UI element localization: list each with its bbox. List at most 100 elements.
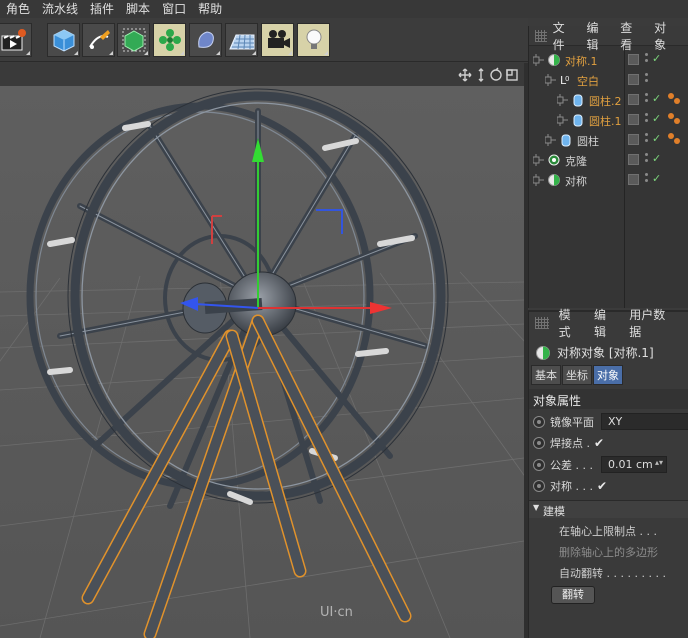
menu-plugins[interactable]: 插件 (84, 0, 120, 18)
object-row[interactable]: 对称 ✓ (529, 170, 688, 190)
mirror-plane-select[interactable]: XY (601, 413, 688, 430)
object-row-label[interactable]: 圆柱 (577, 133, 599, 149)
symmetry-checkbox[interactable]: ✔ (597, 479, 607, 493)
enabled-check-icon[interactable]: ✓ (652, 152, 661, 165)
tree-branch-icon[interactable] (557, 90, 571, 110)
object-row[interactable]: 圆柱.1 ✓ (529, 110, 688, 130)
menu-role[interactable]: 角色 (0, 0, 36, 18)
cylinder-icon (561, 134, 571, 147)
material-tag-icon[interactable] (668, 113, 682, 127)
enabled-check-icon[interactable]: ✓ (652, 172, 661, 185)
am-menu-mode[interactable]: 模式 (559, 306, 582, 340)
enabled-check-icon[interactable]: ✓ (652, 52, 661, 65)
weld-checkbox[interactable]: ✔ (594, 436, 604, 450)
flip-button[interactable]: 翻转 (551, 586, 595, 604)
material-tag-icon[interactable] (668, 133, 682, 147)
menu-pipeline[interactable]: 流水线 (36, 0, 84, 18)
am-menu-userdata[interactable]: 用户数据 (629, 306, 676, 340)
deformer-button[interactable] (189, 23, 222, 57)
tab-basic[interactable]: 基本 (531, 365, 561, 385)
layer-swatch[interactable] (628, 134, 639, 145)
subdivision-button[interactable] (117, 23, 150, 57)
visibility-dots[interactable] (645, 93, 649, 106)
prop-label: 焊接点 . (550, 437, 590, 450)
object-row[interactable]: 圆柱 ✓ (529, 130, 688, 150)
enabled-check-icon[interactable]: ✓ (652, 92, 661, 105)
array-button[interactable] (153, 23, 186, 57)
anim-radio[interactable] (533, 459, 545, 471)
tree-branch-icon[interactable] (533, 150, 547, 170)
subdivision-icon (122, 28, 145, 52)
layer-swatch[interactable] (628, 94, 639, 105)
light-button[interactable] (297, 23, 330, 57)
floor-button[interactable] (225, 23, 258, 57)
object-row[interactable]: L 0 空白 (529, 70, 688, 90)
object-row-label[interactable]: 圆柱.2 (589, 93, 622, 109)
tab-object[interactable]: 对象 (593, 365, 623, 385)
watermark: UI·cn (320, 605, 353, 620)
ferris-wheel-scene (0, 86, 524, 638)
visibility-dots[interactable] (645, 173, 649, 186)
3d-viewport[interactable] (0, 86, 524, 638)
layer-swatch[interactable] (628, 114, 639, 125)
collapse-triangle-icon: ▼ (533, 503, 540, 512)
pen-button[interactable] (82, 23, 115, 57)
symmetry-icon (548, 54, 560, 66)
cube-icon (53, 29, 74, 52)
visibility-dots[interactable] (645, 133, 649, 146)
menu-help[interactable]: 帮助 (192, 0, 228, 18)
tree-branch-icon[interactable] (545, 130, 559, 150)
layer-swatch[interactable] (628, 174, 639, 185)
attribute-tabs: 基本 坐标 对象 (531, 365, 624, 385)
om-menu-file[interactable]: 文件 (553, 19, 573, 53)
layer-swatch[interactable] (628, 74, 639, 85)
anim-radio[interactable] (533, 416, 545, 428)
anim-radio[interactable] (533, 480, 545, 492)
layer-swatch[interactable] (628, 54, 639, 65)
render-settings-button[interactable] (0, 23, 32, 57)
am-menu-edit[interactable]: 编辑 (594, 306, 617, 340)
om-menu-object[interactable]: 对象 (654, 19, 674, 53)
stepper-icon[interactable]: ▴▾ (655, 458, 663, 467)
object-row[interactable]: 圆柱.2 ✓ (529, 90, 688, 110)
prop-label: 镜像平面 (550, 416, 594, 429)
tree-branch-icon[interactable] (545, 70, 559, 90)
visibility-dots[interactable] (645, 53, 649, 66)
tree-branch-icon[interactable] (533, 170, 547, 190)
visibility-dots[interactable] (645, 113, 649, 126)
object-row-label[interactable]: 空白 (577, 73, 599, 89)
tab-coord[interactable]: 坐标 (562, 365, 592, 385)
tree-branch-icon[interactable] (533, 50, 547, 70)
object-row[interactable]: 克隆 ✓ (529, 150, 688, 170)
attribute-title-text: 对称对象 [对称.1] (557, 346, 654, 360)
menu-script[interactable]: 脚本 (120, 0, 156, 18)
enabled-check-icon[interactable]: ✓ (652, 132, 661, 145)
object-row-label[interactable]: 对称 (565, 173, 587, 189)
camera-button[interactable] (261, 23, 294, 57)
visibility-dots[interactable] (645, 153, 649, 166)
object-row-label[interactable]: 圆柱.1 (589, 113, 622, 129)
object-row-label[interactable]: 对称.1 (565, 53, 598, 69)
prop-label: 公差 . . . (550, 459, 593, 472)
enabled-check-icon[interactable]: ✓ (652, 112, 661, 125)
layer-swatch[interactable] (628, 154, 639, 165)
array-icon (158, 29, 181, 51)
modeling-subsection[interactable]: ▼ 建模 (529, 500, 688, 518)
cube-button[interactable] (47, 23, 80, 57)
grip-icon[interactable] (535, 317, 549, 329)
null-icon: L0 (560, 74, 569, 87)
anim-radio[interactable] (533, 437, 545, 449)
material-tag-icon[interactable] (668, 93, 682, 107)
prop-weld: 焊接点 . ✔ (533, 433, 688, 453)
menu-window[interactable]: 窗口 (156, 0, 192, 18)
object-row-label[interactable]: 克隆 (565, 153, 587, 169)
attribute-title: 对称对象 [对称.1] (535, 344, 654, 361)
grip-icon[interactable] (535, 29, 547, 42)
tolerance-input[interactable]: 0.01 cm ▴▾ (601, 456, 667, 473)
object-row[interactable]: 对称.1 ✓ (529, 50, 688, 70)
subprop-label: 删除轴心上的多边形 (559, 546, 658, 559)
visibility-dots[interactable] (645, 73, 649, 86)
tree-branch-icon[interactable] (557, 110, 571, 130)
viewport-nav-icons[interactable] (458, 67, 522, 83)
om-menu-edit[interactable]: 编辑 (586, 19, 606, 53)
